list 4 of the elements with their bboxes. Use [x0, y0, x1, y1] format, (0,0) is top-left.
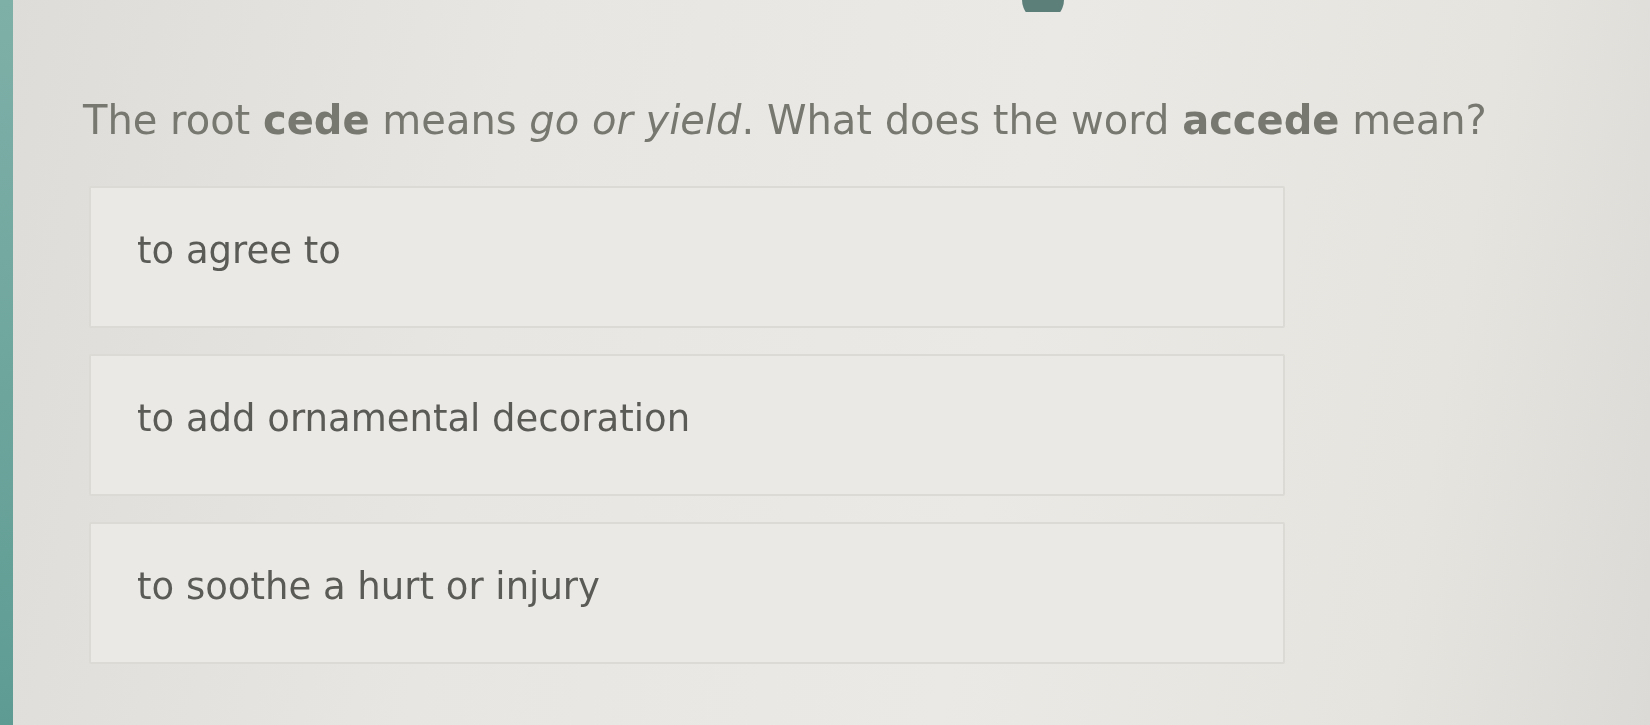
answer-option[interactable]: to soothe a hurt or injury — [89, 522, 1285, 664]
answer-option[interactable]: to add ornamental decoration — [89, 354, 1285, 496]
answer-option[interactable]: to agree to — [89, 186, 1285, 328]
question-text: The root cede means go or yield. What does the word accede mean? — [83, 96, 1488, 144]
